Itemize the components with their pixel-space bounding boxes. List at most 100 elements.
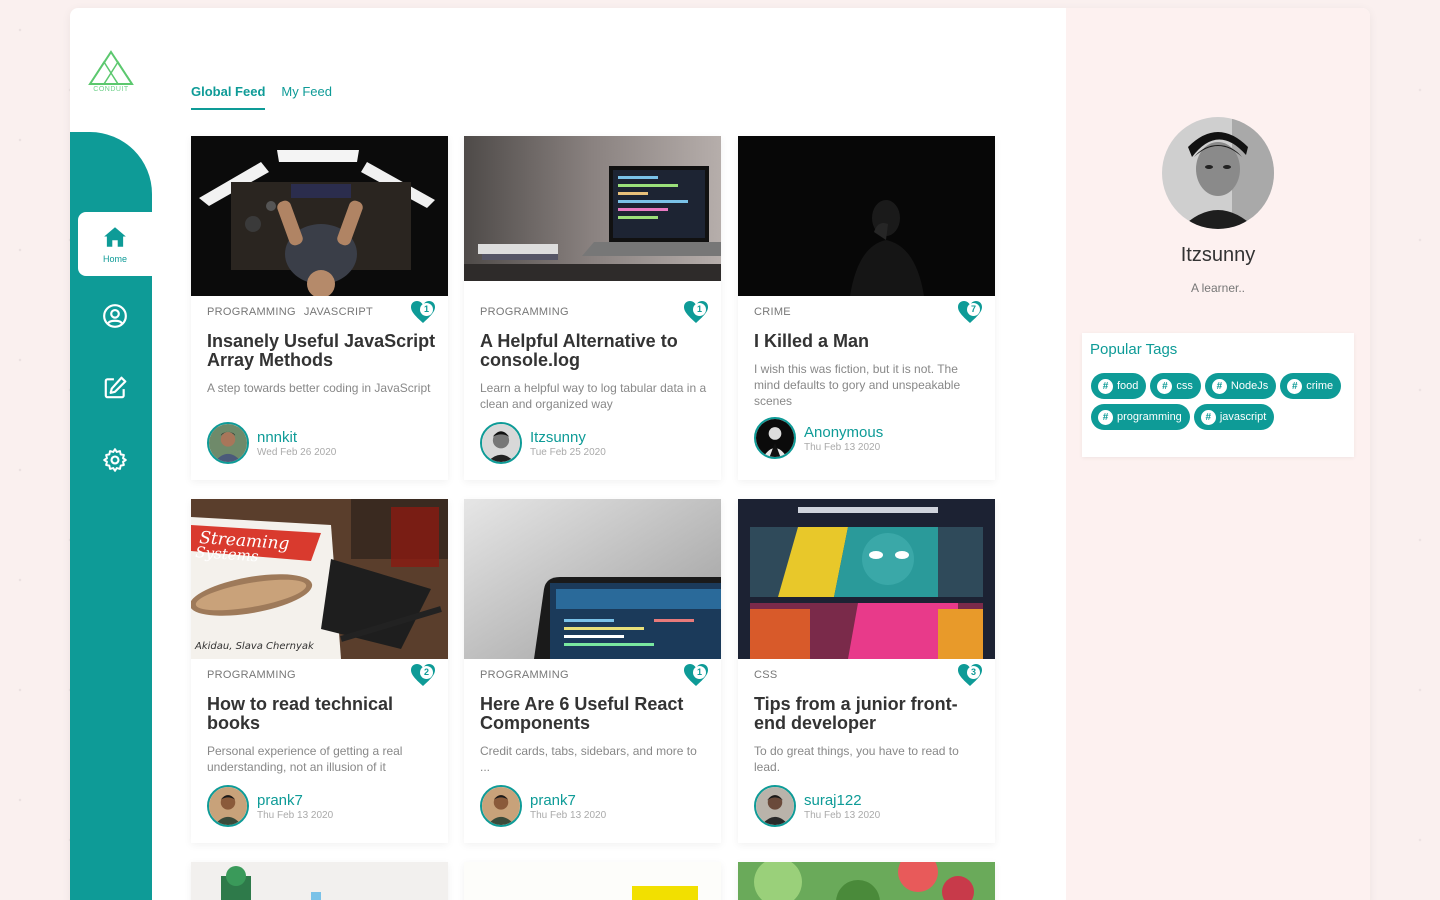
nav-new-article[interactable] [78,356,152,420]
article-tags: PROGRAMMING [207,669,436,683]
author-name[interactable]: Anonymous [804,424,883,441]
article-card[interactable]: Streaming Systems Akidau, Slava Chernyak… [191,499,448,843]
article-date: Wed Feb 26 2020 [257,446,337,458]
tag-label: programming [1117,411,1182,423]
like-button[interactable]: 1 [410,300,436,324]
article-description: Learn a helpful way to log tabular data … [480,381,707,411]
article-tags: PROGRAMMING JAVASCRIPT [207,306,436,320]
article-cover-image: Streaming Systems Akidau, Slava Chernyak [191,499,448,659]
feed-tabs: Global Feed My Feed [191,84,332,110]
article-card[interactable]: CSS 3 Tips from a junior front-end devel… [738,499,995,843]
article-tag[interactable]: JAVASCRIPT [304,306,373,318]
popular-tags-title: Popular Tags [1090,341,1178,358]
nav-home[interactable]: Home [78,212,152,276]
article-tag[interactable]: PROGRAMMING [207,669,296,681]
article-title[interactable]: Tips from a junior front-end developer [754,695,983,735]
nav-profile[interactable] [78,284,152,348]
nav-settings[interactable] [78,428,152,492]
gear-icon [103,448,127,472]
article-title[interactable]: Here Are 6 Useful React Components [480,695,709,735]
article-cover-image [738,862,995,900]
article-tag[interactable]: PROGRAMMING [480,669,569,681]
article-card[interactable]: PROGRAMMING JAVASCRIPT 1 Insanely Useful … [191,136,448,480]
article-cover-image [191,862,448,900]
author-name[interactable]: prank7 [530,792,606,809]
profile-name: Itzsunny [1180,244,1256,266]
article-title[interactable]: Insanely Useful JavaScript Array Methods [207,332,436,372]
article-card[interactable]: PROGRAMMING 1 A Helpful Alternative to c… [464,136,721,480]
article-tag[interactable]: CRIME [754,306,791,318]
author-avatar[interactable] [480,422,522,464]
hash-icon: # [1098,378,1113,394]
article-title[interactable]: A Helpful Alternative to console.log [480,332,709,372]
profile-panel: Itzsunny A learner.. Popular Tags # food … [1066,8,1370,900]
author-avatar[interactable] [754,417,796,459]
tab-global-feed[interactable]: Global Feed [191,84,266,110]
article-author: suraj122 Thu Feb 13 2020 [754,785,983,827]
article-tag[interactable]: CSS [754,669,778,681]
article-description: A step towards better coding in JavaScri… [207,381,431,395]
article-tags: PROGRAMMING [480,306,709,320]
logo-text: CONDUIT [93,86,129,93]
article-card[interactable] [464,862,721,900]
article-tags: CRIME [754,306,983,320]
like-count: 1 [693,666,706,679]
article-card[interactable] [191,862,448,900]
hash-icon: # [1287,378,1303,394]
tag-label: crime [1306,380,1334,392]
like-button[interactable]: 1 [683,663,709,687]
tag-food[interactable]: # food [1091,373,1147,399]
article-card[interactable]: PROGRAMMING 1 Here Are 6 Useful React Co… [464,499,721,843]
article-tags: CSS [754,669,983,683]
article-tag[interactable]: PROGRAMMING [480,306,569,318]
like-button[interactable]: 3 [957,663,983,687]
nav-home-label: Home [102,254,127,264]
author-avatar[interactable] [754,785,796,827]
author-name[interactable]: nnnkit [257,429,336,446]
article-description: I wish this was fiction, but it is not. … [754,362,961,408]
tag-crime[interactable]: # crime [1280,373,1342,399]
article-date: Thu Feb 13 2020 [530,809,607,821]
article-card[interactable]: CRIME 7 I Killed a Man I wish this was f… [738,136,995,480]
like-count: 2 [420,666,433,679]
author-avatar[interactable] [480,785,522,827]
logo-mark-icon [88,50,134,85]
like-button[interactable]: 2 [410,663,436,687]
author-name[interactable]: suraj122 [804,792,880,809]
article-description: To do great things, you have to read to … [754,744,959,774]
tag-nodejs[interactable]: # NodeJs [1204,373,1277,399]
app-window: CONDUIT Home Global Feed My Feed PROGRAM… [70,8,1370,900]
tab-my-feed[interactable]: My Feed [281,84,332,110]
tag-programming[interactable]: # programming [1091,404,1190,430]
popular-tags-list: # food # css # NodeJs # crime # programming #… [1091,373,1354,430]
article-cover-image [464,862,721,900]
article-date: Thu Feb 13 2020 [804,809,881,821]
article-author: Itzsunny Tue Feb 25 2020 [480,422,709,464]
article-cover-image [464,136,721,296]
author-avatar[interactable] [207,785,249,827]
article-author: Anonymous Thu Feb 13 2020 [754,417,983,459]
article-tag[interactable]: PROGRAMMING [207,306,296,318]
like-count: 1 [693,303,706,316]
article-date: Tue Feb 25 2020 [530,446,606,458]
article-description: Personal experience of getting a real un… [207,744,403,774]
profile-bio: A learner.. [1190,281,1246,295]
article-title[interactable]: I Killed a Man [754,332,983,353]
article-description: Credit cards, tabs, sidebars, and more t… [480,744,697,774]
tag-label: food [1117,380,1139,392]
article-title[interactable]: How to read technical books [207,695,436,735]
tag-javascript[interactable]: # javascript [1193,404,1275,430]
tag-label: javascript [1219,411,1267,423]
like-button[interactable]: 1 [683,300,709,324]
author-name[interactable]: prank7 [257,792,333,809]
author-name[interactable]: Itzsunny [530,429,606,446]
profile-avatar[interactable] [1162,117,1274,229]
conduit-logo[interactable]: CONDUIT [88,50,134,96]
hash-icon: # [1200,409,1216,425]
like-button[interactable]: 7 [957,300,983,324]
article-author: prank7 Thu Feb 13 2020 [207,785,436,827]
tag-css[interactable]: # css [1150,373,1201,399]
article-cover-image [464,499,721,659]
author-avatar[interactable] [207,422,249,464]
article-card[interactable] [738,862,995,900]
